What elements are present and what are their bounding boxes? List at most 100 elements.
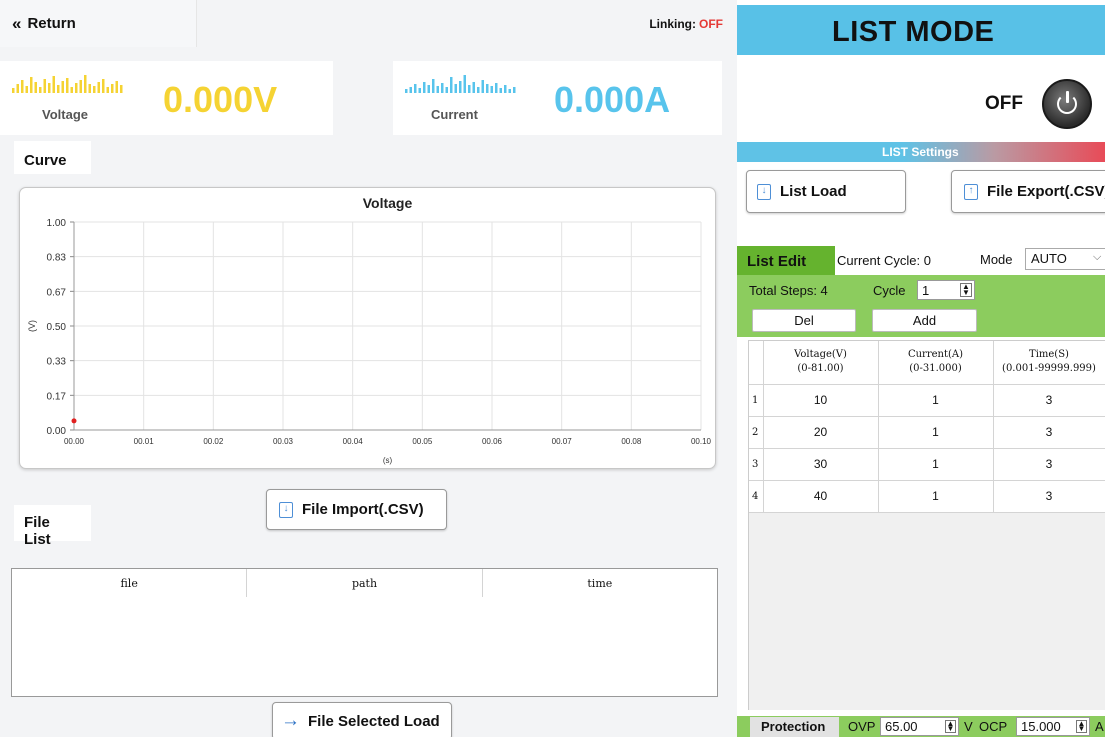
row-index: 1 — [749, 384, 764, 417]
x-tick-label: 00.07 — [552, 437, 573, 446]
current-cell[interactable]: 1 — [878, 480, 994, 513]
step-table-header: Voltage(V) (0-81.00) Current(A) (0-31.000)… — [749, 341, 1105, 385]
x-tick-label: 00.01 — [134, 437, 155, 446]
time-cell[interactable]: 3 — [993, 384, 1105, 417]
voltage-cell[interactable]: 20 — [763, 416, 879, 449]
x-tick-label: 00.04 — [343, 437, 364, 446]
chevron-down-icon: ⌵ — [1093, 251, 1102, 263]
power-icon-line — [1066, 91, 1069, 103]
y-tick-label: 0.17 — [47, 391, 67, 402]
tab-protection[interactable]: Protection — [750, 717, 839, 737]
ocp-unit: A — [1095, 719, 1104, 734]
table-row[interactable]: 1 10 1 3 — [749, 384, 1105, 417]
file-import-button[interactable]: ↓ File Import(.CSV) — [266, 489, 447, 530]
return-button[interactable]: « Return — [0, 0, 197, 47]
left-panel: « Return Linking: OFF Voltage 0.000V Curr… — [0, 0, 737, 737]
tab-file-list[interactable]: File List — [14, 505, 91, 548]
file-import-label: File Import(.CSV) — [302, 501, 424, 518]
mode-select-value: AUTO — [1031, 251, 1067, 266]
voltage-chart: Voltage 1.00 0.83 0.67 0.50 0.33 0.17 0.00 00.00… — [19, 187, 716, 469]
tab-curve[interactable]: Curve — [14, 141, 91, 174]
list-settings-bar: LIST Settings — [737, 142, 1105, 162]
spin-arrows-icon[interactable]: ▲ ▼ — [945, 720, 956, 733]
total-steps-text: Total Steps: 4 — [749, 283, 828, 298]
list-edit-toolbar: List Edit Current Cycle: 0 Mode AUTO ⌵ — [737, 246, 1105, 275]
row-index: 4 — [749, 480, 764, 513]
current-wave-icon — [405, 75, 516, 93]
add-button[interactable]: Add — [872, 309, 977, 332]
power-button[interactable] — [1042, 79, 1092, 129]
row-index: 2 — [749, 416, 764, 449]
row-index: 3 — [749, 448, 764, 481]
tab-list-edit[interactable]: List Edit — [737, 246, 835, 275]
ocp-spinbox[interactable]: 15.000 ▲ ▼ — [1016, 717, 1090, 736]
path-col-header[interactable]: path — [247, 569, 483, 597]
table-row[interactable]: 3 30 1 3 — [749, 448, 1105, 481]
file-table-header: file path time — [12, 569, 717, 597]
voltage-label: Voltage — [42, 107, 88, 122]
ovp-value: 65.00 — [885, 719, 918, 734]
current-cell[interactable]: 1 — [878, 384, 994, 417]
file-selected-load-button[interactable]: → File Selected Load — [272, 702, 452, 737]
mode-select[interactable]: AUTO ⌵ — [1025, 248, 1105, 270]
ovp-unit: V — [964, 719, 973, 734]
x-tick-label: 00.00 — [64, 437, 85, 446]
step-table[interactable]: Voltage(V) (0-81.00) Current(A) (0-31.000)… — [748, 340, 1105, 710]
current-header-line2: (0-31.000) — [909, 363, 962, 375]
voltage-wave-icon — [12, 75, 123, 93]
linking-value: OFF — [699, 17, 723, 31]
list-mode-header: LIST MODE — [737, 5, 1105, 55]
voltage-cell[interactable]: 40 — [763, 480, 879, 513]
y-tick-label: 0.83 — [47, 253, 67, 264]
file-export-label: File Export(.CSV) — [987, 183, 1105, 200]
spin-arrows-icon[interactable]: ▲ ▼ — [960, 283, 972, 297]
list-load-button[interactable]: ↓ List Load — [746, 170, 906, 213]
right-panel: LIST MODE OFF LIST Settings ↓ List Load … — [737, 0, 1105, 737]
x-tick-label: 00.06 — [482, 437, 503, 446]
spin-arrows-icon[interactable]: ▲ ▼ — [1076, 720, 1087, 733]
ovp-label: OVP — [848, 719, 876, 734]
chart-title: Voltage — [363, 195, 413, 211]
time-cell[interactable]: 3 — [993, 448, 1105, 481]
file-selected-load-label: File Selected Load — [308, 712, 440, 730]
y-tick-label: 0.67 — [47, 287, 67, 298]
current-cell[interactable]: 1 — [878, 448, 994, 481]
voltage-value: 0.000V — [163, 79, 278, 120]
file-col-header[interactable]: file — [12, 569, 248, 597]
return-label: Return — [27, 15, 76, 32]
y-tick-label: 1.00 — [47, 218, 67, 229]
cycle-spinbox[interactable]: 1 ▲ ▼ — [917, 280, 975, 300]
x-tick-label: 00.03 — [273, 437, 294, 446]
voltage-header-line1: Voltage(V) — [794, 349, 847, 361]
ocp-value: 15.000 — [1021, 719, 1061, 734]
cycle-value: 1 — [922, 283, 930, 298]
current-label: Current — [431, 107, 478, 122]
table-row[interactable]: 2 20 1 3 — [749, 416, 1105, 449]
x-tick-label: 00.08 — [621, 437, 642, 446]
time-cell[interactable]: 3 — [993, 480, 1105, 513]
time-col-header[interactable]: Time(S) (0.001-99999.999) — [993, 341, 1105, 385]
current-col-header[interactable]: Current(A) (0-31.000) — [878, 341, 994, 385]
import-download-icon: ↓ — [279, 501, 293, 518]
file-export-button[interactable]: ↑ File Export(.CSV) — [951, 170, 1105, 213]
y-tick-label: 0.00 — [47, 426, 67, 437]
time-col-header[interactable]: time — [483, 569, 717, 597]
del-button[interactable]: Del — [752, 309, 856, 332]
voltage-meter: Voltage 0.000V — [0, 61, 333, 135]
list-settings-label: LIST Settings — [882, 145, 959, 159]
time-cell[interactable]: 3 — [993, 416, 1105, 449]
linking-label: Linking: — [649, 17, 696, 31]
table-row[interactable]: 4 40 1 3 — [749, 480, 1105, 513]
current-meter: Current 0.000A — [393, 61, 722, 135]
voltage-col-header[interactable]: Voltage(V) (0-81.00) — [763, 341, 879, 385]
data-point — [71, 418, 77, 424]
y-tick-label: 0.50 — [47, 322, 67, 333]
ovp-spinbox[interactable]: 65.00 ▲ ▼ — [880, 717, 959, 736]
voltage-cell[interactable]: 30 — [763, 448, 879, 481]
voltage-header-line2: (0-81.00) — [797, 363, 844, 375]
file-list-table[interactable]: file path time — [11, 568, 718, 697]
current-cell[interactable]: 1 — [878, 416, 994, 449]
voltage-cell[interactable]: 10 — [763, 384, 879, 417]
arrow-right-icon: → — [281, 710, 300, 731]
ocp-label: OCP — [979, 719, 1008, 734]
